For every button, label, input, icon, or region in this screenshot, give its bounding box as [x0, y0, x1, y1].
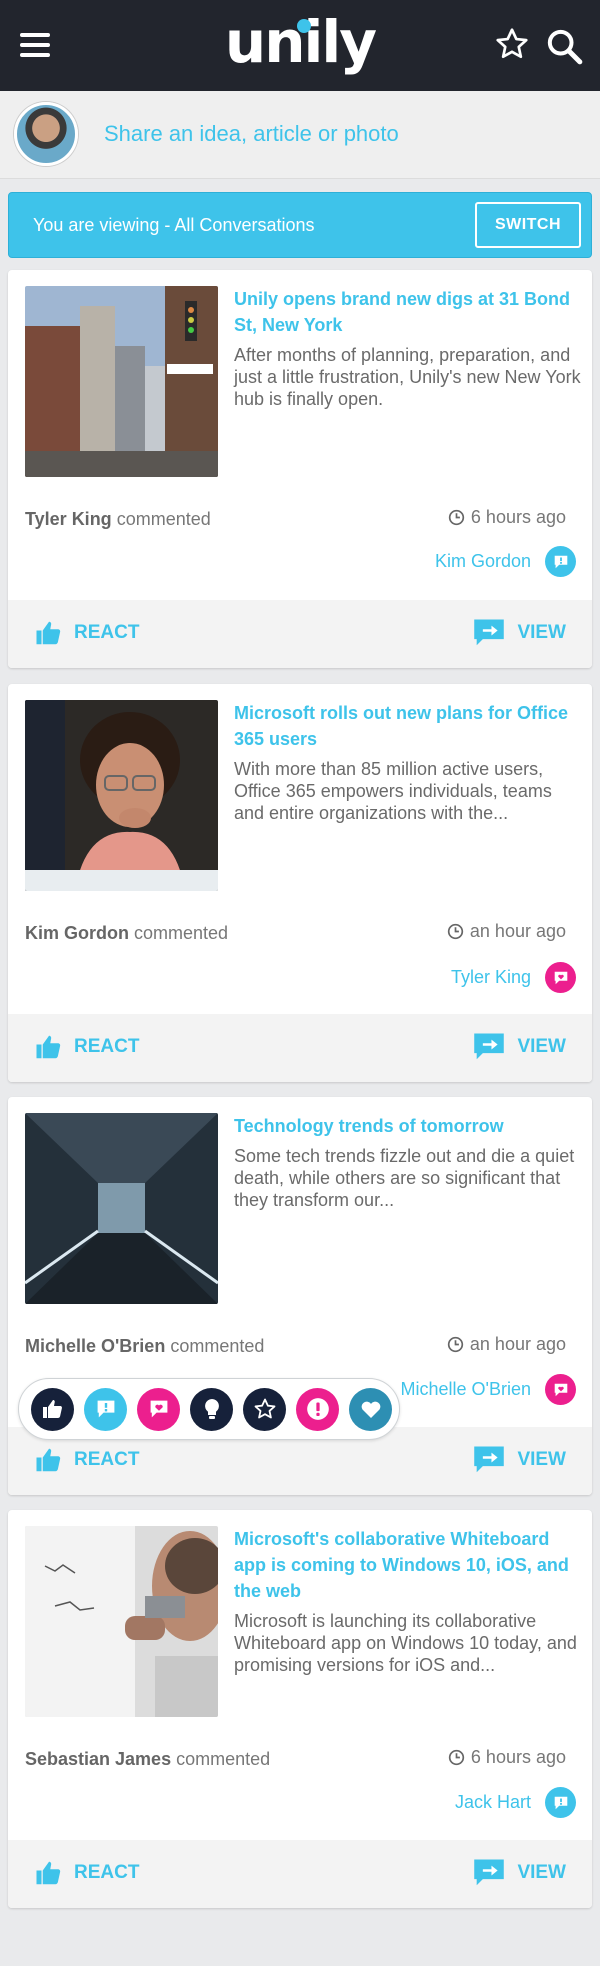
comment-heart-icon	[545, 962, 576, 993]
react-button[interactable]: REACT	[34, 1858, 139, 1888]
time-text: 6 hours ago	[470, 1747, 566, 1767]
time-text: an hour ago	[469, 921, 566, 941]
activity-verb: commented	[134, 923, 229, 943]
logo-dot	[297, 19, 311, 33]
post-title[interactable]: Technology trends of tomorrow	[234, 1113, 582, 1139]
post-actions: REACT VIEW	[8, 600, 592, 668]
post-title[interactable]: Unily opens brand new digs at 31 Bond St…	[234, 286, 582, 338]
logo-text: unily	[224, 8, 377, 76]
post-actions: REACT VIEW	[8, 1840, 592, 1908]
latest-commenter[interactable]: Jack Hart	[455, 1787, 576, 1818]
post-time: an hour ago	[447, 1334, 566, 1355]
comment-heart-icon	[545, 1374, 576, 1405]
post-activity: Michelle O'Brien commented	[25, 1336, 264, 1357]
post-thumbnail[interactable]	[25, 700, 218, 891]
author-name[interactable]: Michelle O'Brien	[25, 1336, 165, 1356]
time-text: an hour ago	[469, 1334, 566, 1354]
view-button[interactable]: VIEW	[473, 1445, 566, 1475]
clock-icon	[448, 1749, 465, 1766]
clock-icon	[447, 1336, 464, 1353]
react-button[interactable]: REACT	[34, 1445, 139, 1475]
activity-verb: commented	[176, 1749, 271, 1769]
view-label: VIEW	[517, 1449, 566, 1470]
react-label: REACT	[74, 1862, 140, 1883]
latest-commenter[interactable]: Michelle O'Brien	[401, 1374, 576, 1405]
react-label: REACT	[74, 622, 140, 643]
react-button[interactable]: REACT	[34, 618, 139, 648]
speech-arrow-icon	[474, 1446, 505, 1473]
commenter-name[interactable]: Tyler King	[451, 967, 531, 988]
reaction-heart-icon[interactable]	[349, 1387, 392, 1431]
commenter-name[interactable]: Michelle O'Brien	[401, 1379, 531, 1400]
user-avatar[interactable]	[14, 102, 78, 166]
thumbs-up-icon	[36, 1035, 61, 1059]
post-card: Microsoft rolls out new plans for Office…	[8, 684, 592, 1082]
post-thumbnail[interactable]	[25, 1113, 218, 1304]
commenter-name[interactable]: Jack Hart	[455, 1792, 531, 1813]
reaction-star-icon[interactable]	[243, 1387, 286, 1431]
clock-icon	[448, 509, 465, 526]
author-name[interactable]: Tyler King	[25, 509, 112, 529]
view-label: VIEW	[517, 622, 566, 643]
post-excerpt: After months of planning, preparation, a…	[234, 345, 581, 409]
share-prompt[interactable]: Share an idea, article or photo	[104, 121, 399, 147]
post-time: 6 hours ago	[448, 1747, 566, 1768]
reaction-comment-heart-icon[interactable]	[137, 1387, 180, 1431]
activity-verb: commented	[170, 1336, 265, 1356]
reaction-picker	[18, 1378, 400, 1440]
activity-verb: commented	[116, 509, 211, 529]
speech-arrow-icon	[474, 1033, 505, 1060]
react-label: REACT	[74, 1449, 140, 1470]
author-name[interactable]: Sebastian James	[25, 1749, 171, 1769]
view-label: VIEW	[517, 1036, 566, 1057]
thumbs-up-icon	[36, 621, 61, 645]
react-label: REACT	[74, 1036, 140, 1057]
post-time: an hour ago	[447, 921, 566, 942]
view-button[interactable]: VIEW	[473, 1032, 566, 1062]
view-button[interactable]: VIEW	[473, 618, 566, 648]
post-activity: Sebastian James commented	[25, 1749, 270, 1770]
comment-exclamation-icon	[545, 1787, 576, 1818]
latest-commenter[interactable]: Tyler King	[451, 962, 576, 993]
post-card: Microsoft's collaborative Whiteboard app…	[8, 1510, 592, 1908]
post-actions: REACT VIEW	[8, 1014, 592, 1082]
latest-commenter[interactable]: Kim Gordon	[435, 546, 576, 577]
viewing-filter-banner: You are viewing - All Conversations SWIT…	[8, 192, 592, 258]
speech-arrow-icon	[474, 1859, 505, 1886]
post-excerpt: Microsoft is launching its collaborative…	[234, 1611, 577, 1675]
thumbs-up-icon	[36, 1861, 61, 1885]
search-icon[interactable]	[544, 26, 584, 66]
reaction-lightbulb-icon[interactable]	[190, 1387, 233, 1431]
post-time: 6 hours ago	[448, 507, 566, 528]
reaction-comment-exclamation-icon[interactable]	[84, 1387, 127, 1431]
post-thumbnail[interactable]	[25, 286, 218, 477]
view-label: VIEW	[517, 1862, 566, 1883]
comment-exclamation-icon	[545, 546, 576, 577]
time-text: 6 hours ago	[470, 507, 566, 527]
switch-button[interactable]: SWITCH	[475, 202, 581, 248]
thumbs-up-icon	[36, 1448, 61, 1472]
view-button[interactable]: VIEW	[473, 1858, 566, 1888]
post-activity: Tyler King commented	[25, 509, 211, 530]
author-name[interactable]: Kim Gordon	[25, 923, 129, 943]
viewing-label: You are viewing - All Conversations	[33, 215, 315, 235]
post-card: Unily opens brand new digs at 31 Bond St…	[8, 270, 592, 668]
top-app-bar: unily	[0, 0, 600, 91]
post-excerpt: With more than 85 million active users, …	[234, 759, 552, 823]
post-activity: Kim Gordon commented	[25, 923, 228, 944]
clock-icon	[447, 923, 464, 940]
react-button[interactable]: REACT	[34, 1032, 139, 1062]
reaction-exclamation-icon[interactable]	[296, 1387, 339, 1431]
post-title[interactable]: Microsoft rolls out new plans for Office…	[234, 700, 582, 752]
favorites-star-icon[interactable]	[494, 26, 530, 62]
share-composer[interactable]: Share an idea, article or photo	[0, 91, 600, 179]
speech-arrow-icon	[474, 619, 505, 646]
post-thumbnail[interactable]	[25, 1526, 218, 1717]
post-excerpt: Some tech trends fizzle out and die a qu…	[234, 1146, 575, 1210]
reaction-thumbs-up-icon[interactable]	[31, 1387, 74, 1431]
post-title[interactable]: Microsoft's collaborative Whiteboard app…	[234, 1526, 582, 1604]
commenter-name[interactable]: Kim Gordon	[435, 551, 531, 572]
